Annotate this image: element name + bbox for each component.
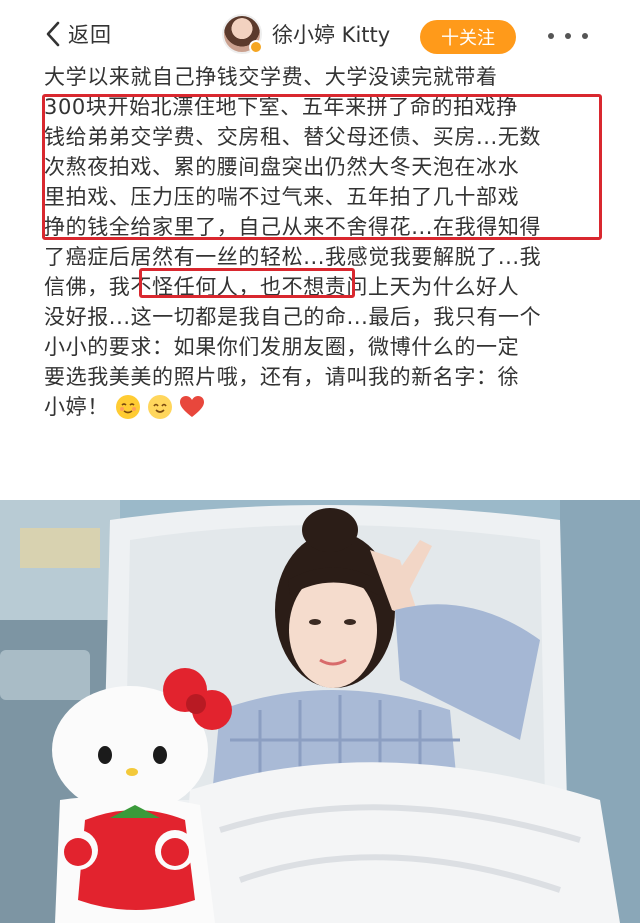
follow-button[interactable]: 十关注 [420, 20, 516, 54]
avatar[interactable] [222, 14, 263, 54]
post-line: 小小的要求：如果你们发朋友圈，微博什么的一定 [44, 335, 520, 359]
username[interactable]: 徐小婷 Kitty [272, 19, 390, 49]
highlight-box-main [42, 94, 602, 240]
dot [565, 33, 571, 39]
more-dots-icon[interactable] [548, 20, 588, 52]
hospital-photo [0, 500, 640, 923]
chevron-left-icon [46, 21, 60, 47]
post-line: 小婷！ [44, 395, 109, 419]
back-label: 返回 [68, 23, 112, 47]
red-heart-emoji [179, 396, 204, 417]
weibo-post-screen: 返回 徐小婷 Kitty 十关注 大学以来就自己挣钱交学费、大学没读完就带着 3… [0, 0, 640, 923]
dot [548, 33, 554, 39]
post-text: 大学以来就自己挣钱交学费、大学没读完就带着 300块开始北漂住地下室、五年来拼了… [42, 62, 604, 422]
highlight-box-relief [139, 268, 355, 298]
user-info[interactable]: 徐小婷 Kitty [222, 14, 390, 54]
dot [582, 33, 588, 39]
back-button[interactable]: 返回 [44, 18, 112, 50]
smiling-face-emoji [147, 395, 172, 419]
top-bar: 返回 徐小婷 Kitty 十关注 [0, 8, 640, 60]
post-line: 大学以来就自己挣钱交学费、大学没读完就带着 [44, 65, 498, 89]
post-line: 要选我美美的照片哦，还有，请叫我的新名字：徐 [44, 365, 520, 389]
post-line-last: 小婷！ [44, 392, 604, 422]
relieved-face-emoji [115, 395, 140, 419]
verified-badge-icon [249, 40, 263, 54]
post-line: 没好报...这一切都是我自己的命...最后，我只有一个 [44, 305, 542, 329]
